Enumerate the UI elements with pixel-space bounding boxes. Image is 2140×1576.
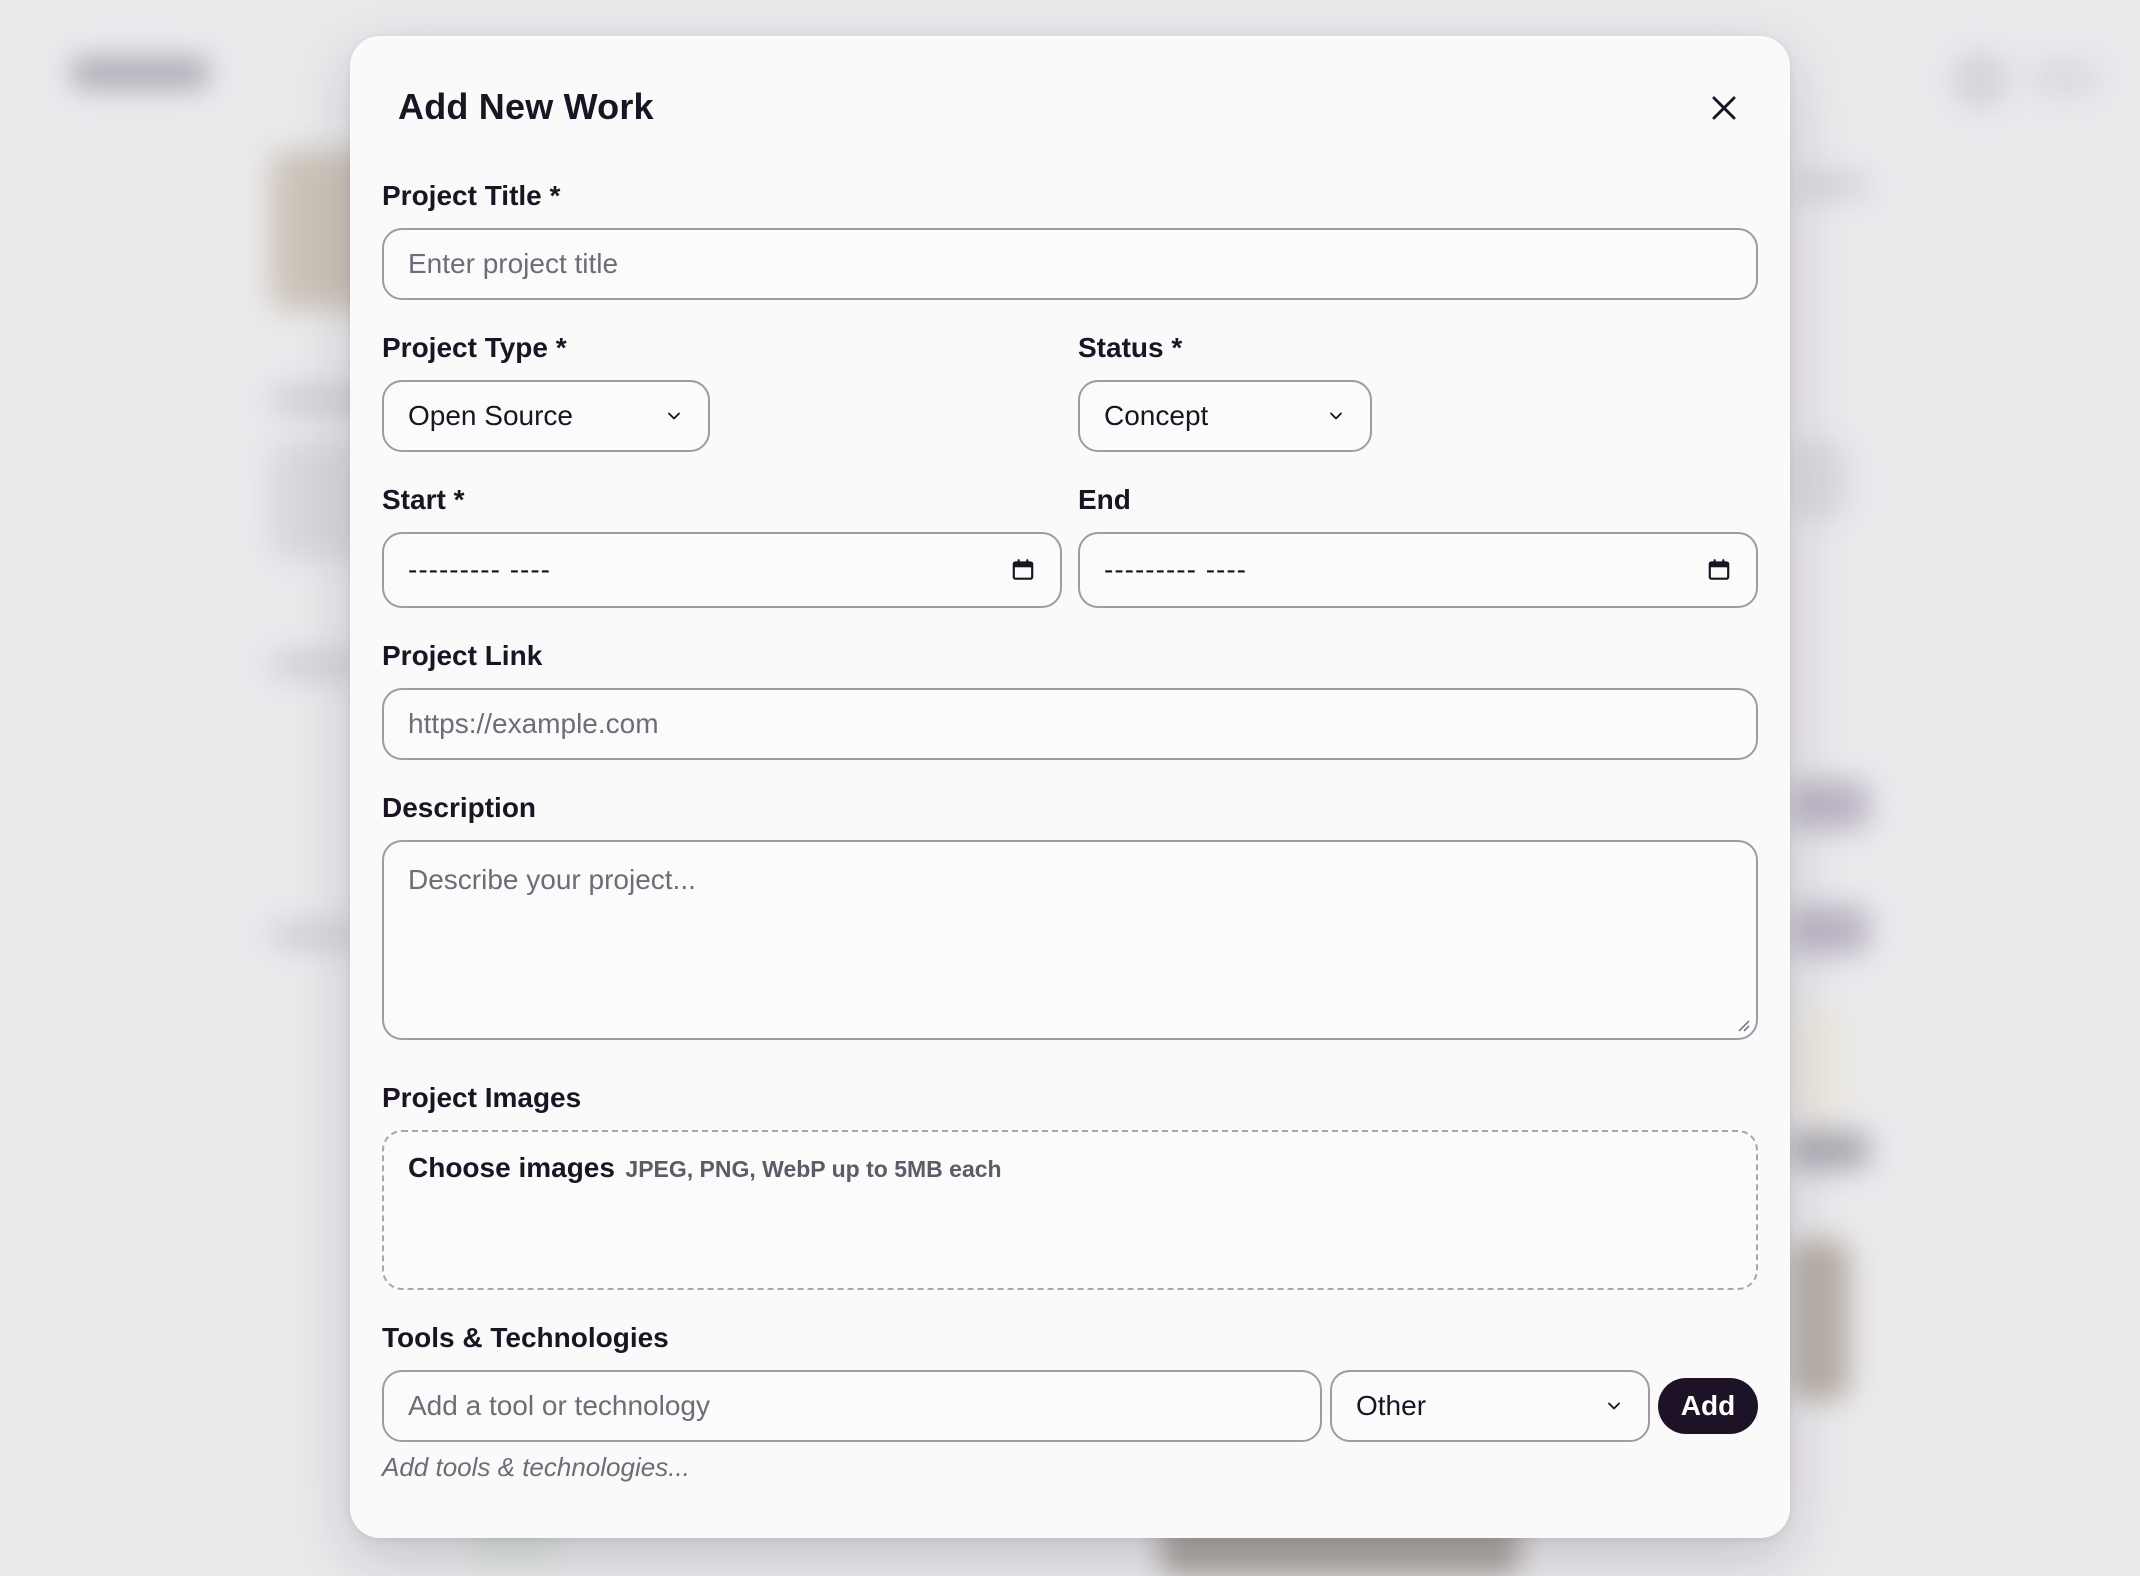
tool-input[interactable]: [408, 1390, 1296, 1422]
modal-title: Add New Work: [398, 86, 654, 127]
start-date-input[interactable]: --------- ----: [382, 532, 1062, 608]
status-value: Concept: [1104, 400, 1209, 431]
close-button[interactable]: [1700, 84, 1748, 132]
project-type-select[interactable]: Open Source: [382, 380, 710, 452]
image-format-hint: JPEG, PNG, WebP up to 5MB each: [625, 1156, 1002, 1182]
choose-images-button[interactable]: Choose images: [408, 1152, 615, 1183]
tool-input-field[interactable]: [382, 1370, 1322, 1442]
project-link-label: Project Link: [382, 640, 543, 671]
tools-label: Tools & Technologies: [382, 1322, 669, 1353]
close-icon: [1712, 96, 1736, 120]
project-title-label: Project Title *: [382, 180, 561, 211]
chevron-down-icon: [1604, 1396, 1624, 1416]
project-title-input[interactable]: [408, 248, 1732, 280]
add-work-modal: Add New Work Project Title * Project Typ…: [350, 36, 1790, 1538]
calendar-icon[interactable]: [1706, 557, 1732, 583]
project-type-value: Open Source: [408, 400, 573, 431]
tool-category-value: Other: [1356, 1390, 1427, 1421]
image-dropzone[interactable]: Choose images JPEG, PNG, WebP up to 5MB …: [382, 1130, 1758, 1290]
end-date-value: --------- ----: [1104, 554, 1247, 585]
end-date-input[interactable]: --------- ----: [1078, 532, 1758, 608]
status-select[interactable]: Concept: [1078, 380, 1372, 452]
description-label: Description: [382, 792, 537, 823]
project-link-field[interactable]: [382, 688, 1758, 760]
resize-grip-icon[interactable]: [1736, 1018, 1750, 1032]
project-link-input[interactable]: [408, 708, 1732, 740]
start-label: Start *: [382, 484, 465, 515]
status-label: Status *: [1078, 332, 1183, 363]
chevron-down-icon: [664, 406, 684, 426]
description-textarea[interactable]: [408, 862, 1732, 1022]
start-date-value: --------- ----: [408, 554, 551, 585]
description-field[interactable]: [382, 840, 1758, 1040]
project-title-field[interactable]: [382, 228, 1758, 300]
tool-category-select[interactable]: Other: [1330, 1370, 1650, 1442]
project-images-label: Project Images: [382, 1082, 582, 1113]
chevron-down-icon: [1326, 406, 1346, 426]
tools-empty-hint: Add tools & technologies...: [382, 1452, 690, 1482]
end-label: End: [1078, 484, 1131, 515]
add-tool-button[interactable]: Add: [1658, 1378, 1758, 1434]
project-type-label: Project Type *: [382, 332, 567, 363]
calendar-icon[interactable]: [1010, 557, 1036, 583]
